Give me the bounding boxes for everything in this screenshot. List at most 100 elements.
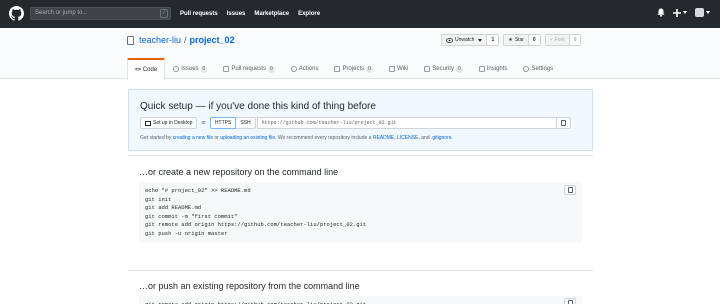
tab-label: Pull requests [231,66,266,72]
create-repo-code: echo "# project_02" >> README.md git ini… [139,182,582,243]
desktop-icon [145,120,151,126]
quick-setup-box: Quick setup — if you've done this kind o… [128,89,593,151]
tab-projects[interactable]: Projects 0 [326,58,380,79]
copy-code-button[interactable] [564,298,576,304]
project-icon [334,66,341,72]
push-repo-title: …or push an existing repository from the… [139,281,360,291]
create-new-dropdown[interactable] [673,8,687,17]
watch-button[interactable]: Unwatch [442,35,487,45]
tab-label: Insights [486,66,508,72]
push-repo-section: …or push an existing repository from the… [128,270,593,304]
repo-actions: Unwatch 1 ★ Star 0 ⑂ Fork 0 [441,34,582,46]
chevron-down-icon [478,38,483,42]
repo-name-link[interactable]: project_02 [190,35,235,45]
watch-button-group: Unwatch 1 [441,34,500,46]
setup-in-desktop-button[interactable]: Set up in Desktop [140,117,198,129]
create-repo-title: …or create a new repository on the comma… [139,167,339,177]
star-button-group: ★ Star 0 [503,34,541,46]
repo-title: teacher-liu / project_02 [127,35,235,45]
pull-request-icon [223,66,230,72]
clipboard-icon [567,187,573,193]
gitignore-link[interactable]: .gitignore [431,135,452,141]
watch-count[interactable]: 1 [486,35,499,45]
readme-link[interactable]: README [373,135,394,141]
fork-button-group: ⑂ Fork 0 [544,34,582,46]
tab-pull-requests[interactable]: Pull requests 0 [215,58,282,79]
tab-label: Issues [181,66,199,72]
clone-url-row: Set up in Desktop or HTTPS SSH https://g… [140,117,571,129]
tab-code[interactable]: <> Code [127,58,166,80]
clipboard-icon [567,300,573,304]
copy-code-button[interactable] [564,185,576,195]
star-label: Star [514,37,524,43]
bell-icon[interactable] [657,8,665,17]
create-new-file-link[interactable]: creating a new file [173,135,213,141]
https-toggle[interactable]: HTTPS [209,117,237,129]
hint-text: , and [418,135,431,141]
tab-label: Settings [531,66,554,72]
issue-icon [173,66,180,72]
nav-pull-requests[interactable]: Pull requests [180,11,218,17]
user-menu-dropdown[interactable] [695,8,710,17]
shield-icon [424,66,431,72]
ssh-toggle[interactable]: SSH [236,117,256,129]
tab-counter: 0 [366,65,373,73]
star-icon: ★ [508,37,513,43]
tab-counter: 0 [200,65,208,73]
chevron-down-icon [683,11,687,14]
gear-icon [523,66,530,72]
global-header: Search or jump to... / Pull requests Iss… [0,0,720,28]
desktop-button-label: Set up in Desktop [153,120,193,126]
nav-marketplace[interactable]: Marketplace [254,11,289,17]
upload-existing-file-link[interactable]: uploading an existing file [220,135,275,141]
hint-text: . We recommend every repository include … [275,135,373,141]
search-shortcut-key: / [160,9,168,18]
tab-label: Security [432,66,454,72]
tab-label: Code [142,67,158,73]
tab-insights[interactable]: Insights [471,58,516,79]
tab-issues[interactable]: Issues 0 [165,58,215,79]
fork-button[interactable]: ⑂ Fork [545,35,569,45]
tab-actions[interactable]: Actions [283,58,327,79]
quick-setup-hint: Get started by creating a new file or up… [140,135,453,141]
star-button[interactable]: ★ Star [504,35,528,45]
fork-label: Fork [554,37,565,43]
star-count[interactable]: 0 [527,35,540,45]
or-label: or [201,120,206,126]
chevron-down-icon [706,11,710,14]
repo-path-separator: / [184,35,187,45]
book-icon [388,66,395,72]
tab-settings[interactable]: Settings [515,58,561,79]
tab-label: Wiki [396,66,409,72]
tab-label: Actions [298,66,319,72]
code-icon: <> [135,67,141,73]
hint-text: . [451,135,453,141]
tab-label: Projects [342,66,365,72]
fork-icon: ⑂ [549,37,553,43]
copy-url-button[interactable] [556,117,571,129]
repo-header: teacher-liu / project_02 Unwatch 1 ★ Sta… [0,28,720,80]
quick-setup-title: Quick setup — if you've done this kind o… [140,101,376,112]
nav-issues[interactable]: Issues [227,11,246,17]
avatar [695,8,704,17]
play-icon [290,66,297,72]
repo-tabs: <> Code Issues 0 Pull requests 0 Actions… [127,58,561,80]
github-logo-icon[interactable] [9,6,24,21]
nav-explore[interactable]: Explore [298,11,320,17]
clipboard-icon [560,120,566,126]
search-input[interactable]: Search or jump to... / [30,7,171,20]
eye-icon [446,37,453,43]
push-repo-code: git remote add origin https://github.com… [139,296,582,304]
plus-icon [673,8,681,17]
tab-security[interactable]: Security 0 [416,58,470,79]
repo-owner-link[interactable]: teacher-liu [139,35,181,45]
graph-icon [478,66,485,72]
create-repo-section: …or create a new repository on the comma… [128,155,593,265]
license-link[interactable]: LICENSE [397,135,418,141]
tab-wiki[interactable]: Wiki [381,58,416,79]
header-actions [657,8,710,17]
repo-icon [127,35,134,45]
fork-count[interactable]: 0 [568,35,581,45]
hint-text: Get started by [140,135,173,141]
clone-url-input[interactable]: https://github.com/teacher-liu/project_0… [256,117,557,129]
